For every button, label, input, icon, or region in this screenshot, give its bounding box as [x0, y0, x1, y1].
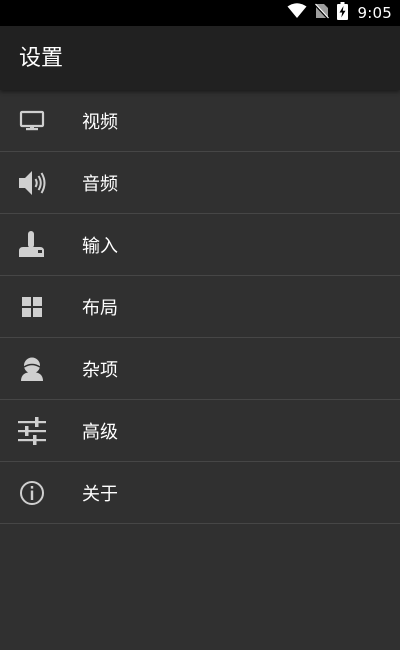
page-title: 设置	[19, 46, 64, 71]
joystick-icon	[17, 214, 47, 275]
menu-item-label: 输入	[82, 235, 118, 257]
menu-item-video[interactable]: 视频	[0, 90, 400, 152]
menu-item-advanced[interactable]: 高级	[0, 400, 400, 462]
person-icon	[17, 338, 47, 399]
menu-item-label: 视频	[82, 111, 118, 133]
menu-item-label: 音频	[82, 173, 118, 195]
status-time: 9:05	[357, 4, 392, 22]
no-sim-icon	[313, 3, 329, 23]
menu-item-misc[interactable]: 杂项	[0, 338, 400, 400]
settings-list: 视频 音频 输入 布局 杂项 高级 关于	[0, 90, 400, 524]
menu-item-audio[interactable]: 音频	[0, 152, 400, 214]
monitor-icon	[17, 90, 47, 151]
menu-item-label: 杂项	[82, 359, 118, 381]
menu-item-label: 布局	[82, 297, 118, 319]
info-icon	[17, 462, 47, 523]
app-bar: 设置	[0, 26, 400, 90]
sliders-icon	[17, 400, 47, 461]
battery-charging-icon	[336, 2, 348, 24]
status-icons: 9:05	[287, 0, 392, 26]
status-bar: 9:05	[0, 0, 400, 26]
menu-item-label: 关于	[82, 483, 118, 505]
menu-item-label: 高级	[82, 421, 118, 443]
menu-item-about[interactable]: 关于	[0, 462, 400, 524]
wifi-icon	[287, 3, 307, 23]
speaker-icon	[17, 152, 47, 213]
menu-item-input[interactable]: 输入	[0, 214, 400, 276]
grid-icon	[17, 276, 47, 337]
menu-item-layout[interactable]: 布局	[0, 276, 400, 338]
